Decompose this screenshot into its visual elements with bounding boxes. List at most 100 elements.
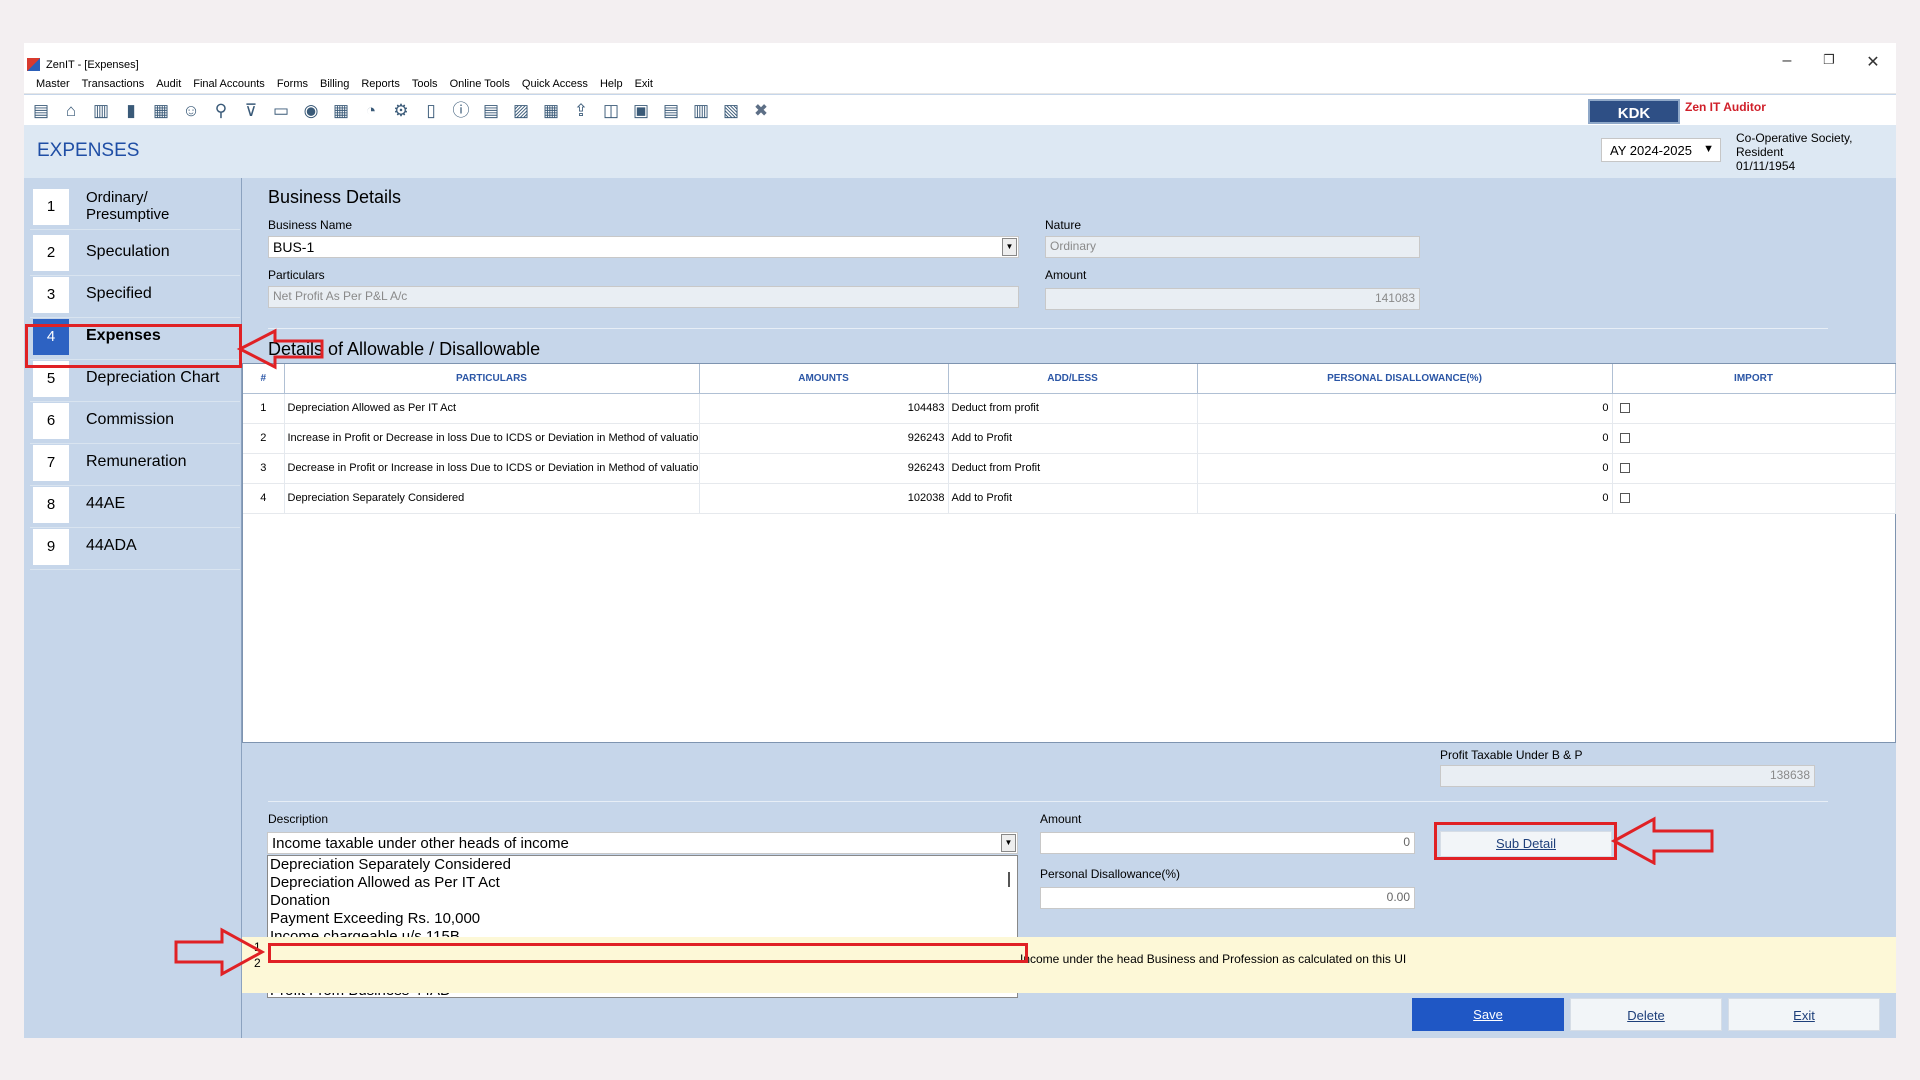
dropdown-scrollbar[interactable] — [1008, 872, 1010, 887]
tax-icon[interactable]: ▭ — [268, 100, 294, 122]
menu-item-tools[interactable]: Tools — [406, 76, 444, 93]
row-number: 2 — [243, 423, 285, 454]
app-logo-icon — [27, 58, 40, 71]
dropdown-option[interactable]: Donation — [268, 892, 1017, 910]
import-checkbox[interactable] — [1619, 463, 1630, 474]
pie-chart-icon[interactable]: ◔ — [358, 100, 384, 122]
entity-type: Co-Operative Society, — [1736, 131, 1853, 145]
row-particulars: Decrease in Profit or Increase in loss D… — [284, 453, 700, 484]
menu-item-final-accounts[interactable]: Final Accounts — [187, 76, 271, 93]
row-number: 4 — [243, 483, 285, 514]
entry-amount-input[interactable]: 0 — [1040, 832, 1415, 854]
sidebar-item-number: 8 — [33, 487, 69, 523]
description-label: Description — [268, 812, 329, 826]
filter-icon[interactable]: ⊽ — [238, 100, 264, 122]
menu-item-online-tools[interactable]: Online Tools — [444, 76, 516, 93]
refresh-icon[interactable]: ◉ — [298, 100, 324, 122]
menu-item-help[interactable]: Help — [594, 76, 629, 93]
row-import — [1612, 483, 1896, 514]
close-icon[interactable]: ✖ — [748, 100, 774, 122]
menu-item-audit[interactable]: Audit — [150, 76, 187, 93]
close-window-button[interactable]: ✕ — [1858, 52, 1888, 72]
dropdown-option[interactable]: Depreciation Allowed as Per IT Act — [268, 874, 1017, 892]
business-name-select[interactable]: BUS-1 ▼ — [268, 236, 1019, 258]
sidebar-item-number: 2 — [33, 235, 69, 271]
pay-icon[interactable]: ⚙ — [388, 100, 414, 122]
sidebar-item-specified[interactable]: 3 Specified — [30, 272, 240, 318]
info-icon[interactable]: ⓘ — [448, 100, 474, 122]
schedule-icon[interactable]: ▦ — [538, 100, 564, 122]
upload-icon[interactable]: ⇪ — [568, 100, 594, 122]
import-checkbox[interactable] — [1619, 403, 1630, 414]
particulars-label: Particulars — [268, 268, 325, 282]
business-name-value: BUS-1 — [273, 239, 315, 255]
menu-item-exit[interactable]: Exit — [629, 76, 659, 93]
description-select[interactable]: Income taxable under other heads of inco… — [267, 832, 1018, 854]
dropdown-arrow-icon[interactable]: ▼ — [1002, 238, 1017, 256]
sidebar-item-44ae[interactable]: 8 44AE — [30, 482, 240, 528]
menu-item-forms[interactable]: Forms — [271, 76, 314, 93]
personal-disallowance-input[interactable]: 0.00 — [1040, 887, 1415, 909]
table-row[interactable]: 4 Depreciation Separately Considered 10203… — [243, 483, 1896, 514]
row-import — [1612, 423, 1896, 454]
bar-chart-icon[interactable]: ▮ — [118, 100, 144, 122]
ledger-icon[interactable]: ▥ — [88, 100, 114, 122]
report-icon[interactable]: ▤ — [478, 100, 504, 122]
table-row[interactable]: 1 Depreciation Allowed as Per IT Act 10448… — [243, 393, 1896, 424]
sidebar-item-remuneration[interactable]: 7 Remuneration — [30, 440, 240, 486]
kdk-assist-button[interactable]: KDK ASSIST — [1588, 99, 1680, 147]
menu-item-transactions[interactable]: Transactions — [76, 76, 151, 93]
sidebar-item-speculation[interactable]: 2 Speculation — [30, 230, 240, 276]
document-icon[interactable]: ▨ — [508, 100, 534, 122]
calculator-icon[interactable]: ▦ — [328, 100, 354, 122]
sidebar-item-commission[interactable]: 6 Commission — [30, 398, 240, 444]
menu-bar: Master Transactions Audit Final Accounts For… — [24, 76, 1896, 94]
menu-item-billing[interactable]: Billing — [314, 76, 355, 93]
nature-label: Nature — [1045, 218, 1082, 232]
form-icon[interactable]: ▧ — [718, 100, 744, 122]
minimize-button[interactable]: – — [1772, 52, 1802, 72]
home-icon[interactable]: ⌂ — [58, 100, 84, 122]
row-particulars: Depreciation Allowed as Per IT Act — [284, 393, 700, 424]
entity-status: Resident — [1736, 145, 1784, 159]
sidebar-item-number: 6 — [33, 403, 69, 439]
assessment-year-select[interactable]: AY 2024-2025 ▼ — [1601, 138, 1721, 162]
restore-button[interactable]: ❐ — [1814, 52, 1844, 72]
assessment-year-value: AY 2024-2025 — [1610, 143, 1692, 158]
zen-it-auditor-link[interactable]: Zen IT Auditor — [1685, 100, 1766, 114]
delete-button[interactable]: Delete — [1570, 998, 1722, 1031]
register-icon[interactable]: ▤ — [28, 100, 54, 122]
particulars-field: Net Profit As Per P&L A/c — [268, 286, 1019, 308]
import-checkbox[interactable] — [1619, 433, 1630, 444]
users-icon[interactable]: ☺ — [178, 100, 204, 122]
menu-item-reports[interactable]: Reports — [355, 76, 406, 93]
chat-icon[interactable]: ◫ — [598, 100, 624, 122]
3cd-icon[interactable]: ▥ — [688, 100, 714, 122]
annotation-highlight-expenses — [25, 324, 242, 368]
app-window: ZenIT - [Expenses] – ❐ ✕ Master Transacti… — [24, 43, 1896, 1038]
table-row[interactable]: 3 Decrease in Profit or Increase in loss … — [243, 453, 1896, 484]
save-button[interactable]: Save — [1412, 998, 1564, 1031]
dropdown-option[interactable]: Payment Exceeding Rs. 10,000 — [268, 910, 1017, 928]
exit-button[interactable]: Exit — [1728, 998, 1880, 1031]
business-name-label: Business Name — [268, 218, 353, 232]
annotation-arrow-left-icon — [236, 328, 324, 370]
menu-item-quick-access[interactable]: Quick Access — [516, 76, 594, 93]
printer-icon[interactable]: ▤ — [658, 100, 684, 122]
column-header: AMOUNTS — [699, 364, 949, 394]
bs-icon[interactable]: ▣ — [628, 100, 654, 122]
sidebar-item-44ada[interactable]: 9 44ADA — [30, 524, 240, 570]
menu-item-master[interactable]: Master — [30, 76, 76, 93]
dropdown-arrow-icon[interactable]: ▼ — [1001, 834, 1016, 852]
pin-icon[interactable]: ⚲ — [208, 100, 234, 122]
calendar-icon[interactable]: ▦ — [148, 100, 174, 122]
table-row[interactable]: 2 Increase in Profit or Decrease in loss … — [243, 423, 1896, 454]
sidebar-item-ordinary-presumptive[interactable]: 1 Ordinary/ Presumptive — [30, 184, 240, 230]
dropdown-option[interactable]: Depreciation Separately Considered — [268, 856, 1017, 874]
sidebar: 1 Ordinary/ Presumptive 2 Speculation 3 Speci… — [24, 178, 242, 1038]
book-icon[interactable]: ▯ — [418, 100, 444, 122]
import-checkbox[interactable] — [1619, 493, 1630, 504]
profit-label: Profit Taxable Under B & P — [1440, 748, 1583, 762]
toolbar-icons: ▤ ⌂ ▥ ▮ ▦ ☺ ⚲ ⊽ ▭ ◉ ▦ ◔ ⚙ ▯ ⓘ ▤ ▨ ▦ ⇪ ◫ ▣ ▤ ▥ ▧ ✖ — [28, 100, 774, 122]
row-add-less: Add to Profit — [948, 483, 1198, 514]
